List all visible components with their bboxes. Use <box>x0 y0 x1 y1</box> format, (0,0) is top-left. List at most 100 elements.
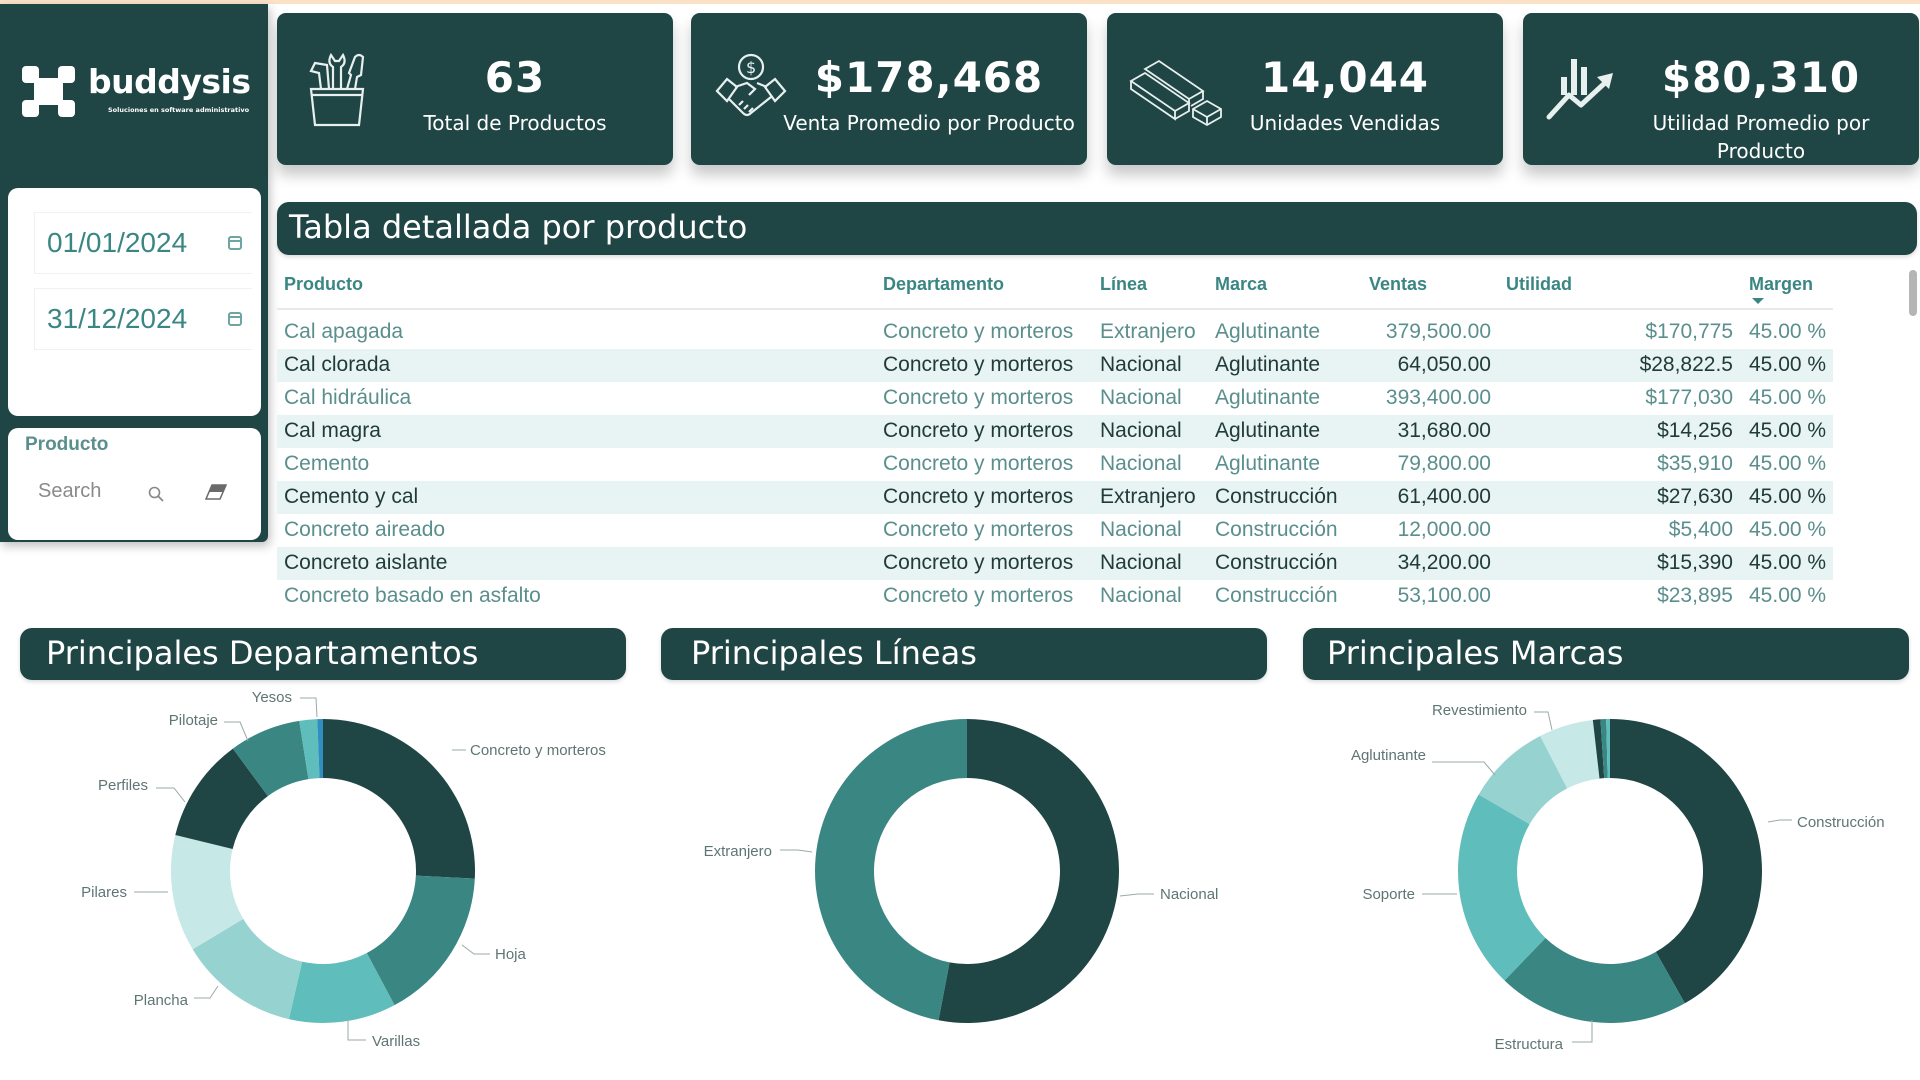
cell-departamento: Concreto y morteros <box>883 353 1074 376</box>
cell-producto: Concreto aireado <box>284 518 446 541</box>
cell-ventas: 379,500.00 <box>1385 320 1491 343</box>
leader-line <box>224 721 249 742</box>
cell-departamento: Concreto y morteros <box>883 584 1074 607</box>
cell-margen: 45.00 % <box>1749 353 1827 376</box>
calendar-icon[interactable] <box>228 312 242 326</box>
brand-logo: buddysis Soluciones en software administ… <box>22 62 252 132</box>
brand-name: buddysis <box>88 62 251 101</box>
product-search-input[interactable] <box>38 480 118 503</box>
kpi-card-total-productos: 63 Total de Productos <box>277 13 673 165</box>
search-icon[interactable] <box>148 486 164 502</box>
slice-label: Nacional <box>1160 886 1218 903</box>
cell-marca: Construcción <box>1215 584 1338 607</box>
calendar-icon[interactable] <box>228 236 242 250</box>
slice-label: Soporte <box>1362 886 1415 903</box>
cell-linea: Nacional <box>1100 419 1182 442</box>
column-header-linea[interactable]: Línea <box>1100 274 1147 295</box>
column-header-ventas[interactable]: Ventas <box>1369 274 1427 295</box>
table-row[interactable]: Cal clorada Concreto y morteros Nacional Ag… <box>277 349 1833 382</box>
column-header-departamento[interactable]: Departamento <box>883 274 1004 295</box>
table-row[interactable]: Cal magra Concreto y morteros Nacional Aglu… <box>277 415 1833 448</box>
table-row[interactable]: Cemento Concreto y morteros Nacional Agluti… <box>277 448 1833 481</box>
donut-charts: Concreto y morteros Hoja Varillas Plancha Pi… <box>81 689 1885 1053</box>
cell-ventas: 79,800.00 <box>1397 452 1491 475</box>
cell-marca: Construcción <box>1215 551 1338 574</box>
cell-ventas: 34,200.00 <box>1397 551 1491 574</box>
cell-producto: Cemento <box>284 452 370 475</box>
cell-margen: 45.00 % <box>1749 518 1827 541</box>
start-date-field[interactable]: 01/01/2024 <box>34 212 252 274</box>
table-header-row: Producto Departamento Línea Marca Ventas… <box>277 262 1833 310</box>
table-row[interactable]: Cal hidráulica Concreto y morteros Naciona… <box>277 382 1833 415</box>
leader-line <box>1119 893 1154 897</box>
cell-marca: Construcción <box>1215 518 1338 541</box>
kpi-card-venta-promedio: $ $178,468 Venta Promedio por Producto <box>691 13 1087 165</box>
table-row[interactable]: Concreto aislante Concreto y morteros Naci… <box>277 547 1833 580</box>
leader-line <box>461 944 490 955</box>
table-scrollbar[interactable] <box>1909 270 1917 316</box>
cell-linea: Extranjero <box>1100 320 1196 343</box>
leader-line <box>780 849 813 853</box>
cell-utilidad: $27,630 <box>1657 485 1733 508</box>
column-header-utilidad[interactable]: Utilidad <box>1506 274 1572 295</box>
slice-label: Hoja <box>495 946 527 963</box>
buddysis-logo-icon <box>22 66 75 117</box>
cell-producto: Concreto aislante <box>284 551 448 574</box>
cell-producto: Cemento y cal <box>284 485 419 508</box>
donut-slice-construcción[interactable] <box>1610 719 1762 1004</box>
leader-line <box>347 1018 366 1041</box>
cell-utilidad: $28,822.5 <box>1639 353 1733 376</box>
leader-line <box>1767 819 1792 823</box>
leader-line <box>1534 711 1553 731</box>
slice-label: Aglutinante <box>1351 747 1426 764</box>
cell-margen: 45.00 % <box>1749 584 1827 607</box>
slice-label: Pilares <box>81 884 127 901</box>
chart-growth-icon <box>1546 59 1613 120</box>
brand-tagline: Soluciones en software administrativo <box>108 106 250 114</box>
cell-departamento: Concreto y morteros <box>883 419 1074 442</box>
cell-departamento: Concreto y morteros <box>883 485 1074 508</box>
sort-descending-icon[interactable] <box>1752 298 1764 304</box>
column-header-margen[interactable]: Margen <box>1749 274 1813 295</box>
slice-label: Perfiles <box>98 777 148 794</box>
kpi-label: Total de Productos <box>423 111 607 135</box>
cell-linea: Nacional <box>1100 452 1182 475</box>
chart-title-lineas: Principales Líneas <box>661 628 1267 680</box>
cell-linea: Nacional <box>1100 518 1182 541</box>
column-header-marca[interactable]: Marca <box>1215 274 1267 295</box>
eraser-icon[interactable] <box>205 484 227 500</box>
table-row[interactable]: Cal apagada Concreto y morteros Extranjero… <box>277 316 1833 349</box>
table-row[interactable]: Cemento y cal Concreto y morteros Extranje… <box>277 481 1833 514</box>
cell-producto: Cal hidráulica <box>284 386 412 409</box>
cell-ventas: 61,400.00 <box>1397 485 1491 508</box>
cell-marca: Aglutinante <box>1215 320 1321 343</box>
cell-departamento: Concreto y morteros <box>883 551 1074 574</box>
cell-linea: Nacional <box>1100 386 1182 409</box>
leader-line <box>1572 1020 1593 1043</box>
cell-margen: 45.00 % <box>1749 386 1827 409</box>
column-header-producto[interactable]: Producto <box>284 274 363 295</box>
cell-utilidad: $14,256 <box>1657 419 1733 442</box>
cell-utilidad: $35,910 <box>1657 452 1733 475</box>
kpi-card-unidades-vendidas: 14,044 Unidades Vendidas <box>1107 13 1503 165</box>
cell-ventas: 64,050.00 <box>1397 353 1491 376</box>
kpi-label: Utilidad Promedio por Producto <box>1652 111 1870 163</box>
donut-slice-concreto-y-morteros[interactable] <box>323 719 475 879</box>
cell-margen: 45.00 % <box>1749 485 1827 508</box>
product-slicer-label: Producto <box>25 434 109 455</box>
cell-linea: Extranjero <box>1100 485 1196 508</box>
donut-slice-extranjero[interactable] <box>814 719 967 1021</box>
table-row[interactable]: Concreto aireado Concreto y morteros Nacio… <box>277 514 1833 547</box>
cell-utilidad: $177,030 <box>1645 386 1733 409</box>
product-detail-table: Producto Departamento Línea Marca Ventas… <box>277 262 1837 614</box>
chart-title-departamentos: Principales Departamentos <box>20 628 626 680</box>
cell-marca: Construcción <box>1215 485 1338 508</box>
svg-text:$: $ <box>746 58 756 77</box>
slice-label: Construcción <box>1797 814 1885 831</box>
kpi-card-utilidad-promedio: $80,310 Utilidad Promedio por Producto <box>1523 13 1919 165</box>
date-range-slicer: 01/01/2024 31/12/2024 <box>8 188 261 416</box>
cell-utilidad: $23,895 <box>1657 584 1733 607</box>
end-date-field[interactable]: 31/12/2024 <box>34 288 252 350</box>
table-row[interactable]: Concreto basado en asfalto Concreto y mor… <box>277 580 1833 613</box>
leader-line <box>300 697 318 718</box>
